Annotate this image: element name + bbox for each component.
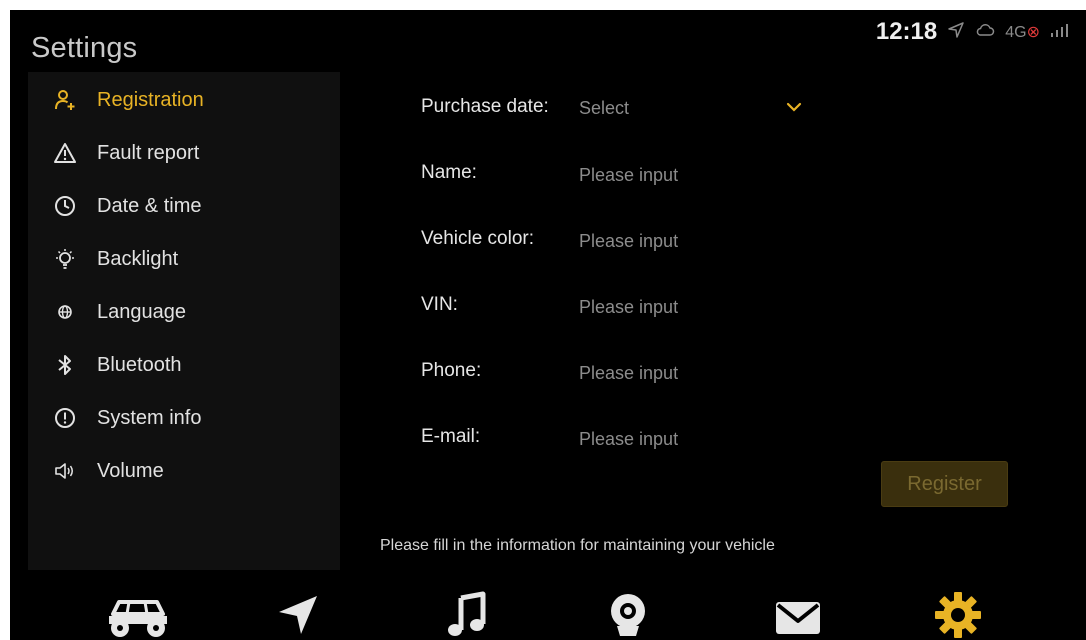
vin-row: VIN:: [10, 288, 1086, 328]
speaker-icon: [54, 460, 76, 482]
email-input[interactable]: [576, 424, 812, 454]
name-row: Name:: [10, 156, 1086, 196]
network-indicator: 4G⊗: [1005, 22, 1040, 42]
register-button[interactable]: Register: [881, 461, 1008, 507]
name-input[interactable]: [576, 160, 812, 190]
purchase-date-row: Purchase date: Select: [10, 90, 1086, 130]
vin-input[interactable]: [576, 292, 812, 322]
settings-gear-icon: [933, 590, 983, 640]
navigation-arrow-icon: [273, 590, 323, 640]
sidebar-item-label: Volume: [97, 459, 164, 482]
dock-settings-button[interactable]: [918, 590, 998, 640]
network-badge-icon: ⊗: [1026, 24, 1040, 41]
dock-navigation-button[interactable]: [258, 590, 338, 640]
clock-icon: [54, 195, 76, 217]
sidebar-item-label: Date & time: [97, 194, 202, 217]
camera-lens-icon: [603, 590, 653, 640]
status-time: 12:18: [875, 18, 938, 45]
name-label: Name:: [421, 162, 477, 183]
vin-label: VIN:: [421, 294, 458, 315]
vehicle-color-row: Vehicle color:: [10, 222, 1086, 262]
form-hint: Please fill in the information for maint…: [380, 537, 775, 554]
page-title: Settings: [31, 32, 138, 64]
phone-row: Phone:: [10, 354, 1086, 394]
signal-strength-icon: [1050, 22, 1068, 43]
status-bar: 12:18 4G⊗: [876, 18, 1068, 46]
music-note-icon: [443, 590, 493, 640]
dock-messages-button[interactable]: [758, 590, 838, 640]
cloud-icon: [975, 22, 995, 43]
utv-vehicle-icon: [105, 590, 171, 640]
vehicle-color-input[interactable]: [576, 226, 812, 256]
phone-label: Phone:: [421, 360, 482, 381]
bottom-dock: [10, 590, 1086, 640]
purchase-date-label: Purchase date:: [421, 96, 549, 117]
chevron-down-icon[interactable]: [785, 98, 803, 116]
device-screen: Settings 12:18 4G⊗ Registration Fault re…: [10, 10, 1086, 640]
dock-music-button[interactable]: [428, 590, 508, 640]
dock-camera-button[interactable]: [588, 590, 668, 640]
phone-input[interactable]: [576, 358, 812, 388]
network-type: 4G: [1005, 24, 1027, 41]
vehicle-color-label: Vehicle color:: [421, 228, 535, 249]
mail-envelope-icon: [772, 590, 824, 640]
email-label: E-mail:: [421, 426, 481, 447]
purchase-date-select[interactable]: Select: [579, 98, 629, 119]
location-icon: [947, 21, 965, 44]
email-row: E-mail:: [10, 420, 1086, 460]
dock-vehicle-button[interactable]: [98, 590, 178, 640]
